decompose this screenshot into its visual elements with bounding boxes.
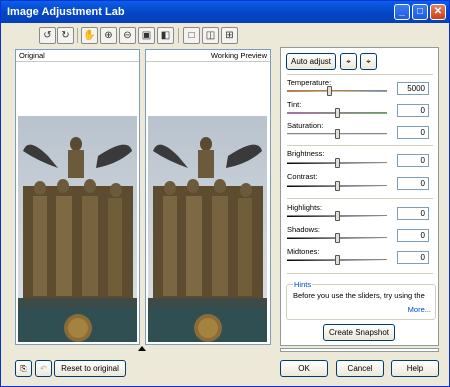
hints-box: Hints Before you use the sliders, try us… (286, 280, 436, 320)
hints-more-link[interactable]: More... (408, 305, 431, 314)
side-by-side-icon[interactable]: ⊞ (221, 27, 238, 44)
auto-adjust-button[interactable]: Auto adjust (286, 53, 336, 70)
image-adjustment-window: Image Adjustment Lab _ □ ✕ ↺ ↻ ✋ ⊕ ⊖ ▣ ◧… (0, 0, 450, 387)
actual-size-icon[interactable]: ◧ (157, 27, 174, 44)
saturation-field[interactable]: 0 (397, 126, 429, 139)
toolbar: ↺ ↻ ✋ ⊕ ⊖ ▣ ◧ □ ◫ ⊞ (1, 25, 281, 47)
contrast-slider[interactable] (287, 181, 387, 191)
title-bar[interactable]: Image Adjustment Lab _ □ ✕ (1, 1, 449, 23)
highlights-field[interactable]: 0 (397, 207, 429, 220)
adjustment-panel: Auto adjust ⌖ ⌖ Temperature: 5000 Tint: … (280, 47, 439, 346)
temperature-field[interactable]: 5000 (397, 82, 429, 95)
undo-icon[interactable]: ↶ (35, 360, 52, 377)
preview-image (148, 116, 267, 342)
divider (287, 74, 433, 75)
hand-pan-icon[interactable]: ✋ (81, 27, 98, 44)
tint-field[interactable]: 0 (397, 104, 429, 117)
split-view-icon[interactable]: ◫ (202, 27, 219, 44)
shadows-slider-thumb[interactable] (334, 233, 340, 243)
zoom-out-icon[interactable]: ⊖ (119, 27, 136, 44)
reset-to-original-button[interactable]: Reset to original (54, 360, 126, 377)
brightness-field[interactable]: 0 (397, 154, 429, 167)
divider (287, 198, 433, 199)
set-white-point-icon[interactable]: ⌖ (340, 53, 357, 70)
saturation-label: Saturation: (287, 121, 324, 130)
close-button[interactable]: ✕ (430, 4, 446, 20)
divider (287, 273, 433, 274)
temperature-slider[interactable] (287, 86, 387, 96)
hints-text: Before you use the sliders, try using th… (293, 291, 425, 300)
create-snapshot-button[interactable]: Create Snapshot (323, 324, 395, 341)
working-preview-pane[interactable]: Working Preview (145, 49, 271, 345)
toolbar-divider (178, 28, 179, 43)
split-handle-arrow-icon[interactable] (138, 346, 146, 351)
minimize-button[interactable]: _ (394, 4, 410, 20)
working-preview-label: Working Preview (210, 51, 267, 60)
temperature-slider-thumb[interactable] (326, 86, 332, 96)
highlights-slider-thumb[interactable] (334, 211, 340, 221)
saturation-slider-thumb[interactable] (334, 129, 340, 139)
midtones-label: Midtones: (287, 247, 320, 256)
shadows-slider[interactable] (287, 233, 387, 243)
fit-window-icon[interactable]: ▣ (138, 27, 155, 44)
maximize-button[interactable]: □ (412, 4, 428, 20)
tint-slider-thumb[interactable] (334, 108, 340, 118)
zoom-in-icon[interactable]: ⊕ (100, 27, 117, 44)
brightness-slider[interactable] (287, 158, 387, 168)
divider (287, 145, 433, 146)
original-image (18, 116, 137, 342)
contrast-label: Contrast: (287, 172, 318, 181)
rotate-left-icon[interactable]: ↺ (39, 27, 56, 44)
midtones-slider[interactable] (287, 255, 387, 265)
single-view-icon[interactable]: □ (183, 27, 200, 44)
tint-slider[interactable] (287, 108, 387, 118)
window-title: Image Adjustment Lab (7, 6, 125, 18)
rotate-right-icon[interactable]: ↻ (57, 27, 74, 44)
shadows-label: Shadows: (287, 225, 320, 234)
cancel-button[interactable]: Cancel (336, 360, 384, 377)
highlights-label: Highlights: (287, 203, 323, 212)
saturation-slider[interactable] (287, 129, 387, 139)
brightness-label: Brightness: (287, 149, 325, 158)
shadows-field[interactable]: 0 (397, 229, 429, 242)
brightness-slider-thumb[interactable] (334, 158, 340, 168)
highlights-slider[interactable] (287, 211, 387, 221)
original-pane[interactable]: Original (15, 49, 140, 345)
contrast-slider-thumb[interactable] (334, 181, 340, 191)
tint-label: Tint: (287, 100, 302, 109)
midtones-field[interactable]: 0 (397, 251, 429, 264)
ok-button[interactable]: OK (280, 360, 328, 377)
progress-track (280, 348, 439, 352)
help-button[interactable]: Help (391, 360, 439, 377)
original-label: Original (19, 51, 45, 60)
toolbar-divider (77, 28, 78, 43)
temperature-label: Temperature: (287, 78, 332, 87)
snapshot-icon[interactable]: ⎘ (15, 360, 32, 377)
set-black-point-icon[interactable]: ⌖ (360, 53, 377, 70)
midtones-slider-thumb[interactable] (334, 255, 340, 265)
hints-title: Hints (293, 280, 313, 289)
contrast-field[interactable]: 0 (397, 177, 429, 190)
